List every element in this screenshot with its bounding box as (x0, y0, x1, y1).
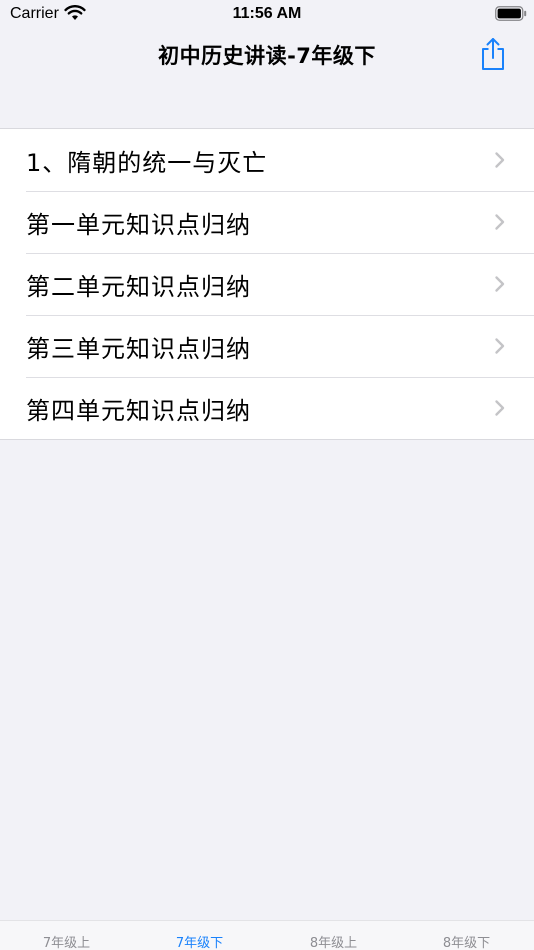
list-item[interactable]: 1、隋朝的统一与灭亡 (0, 129, 534, 191)
tab-bar: 7年级上 7年级下 8年级上 8年级下 (0, 920, 534, 950)
chevron-right-icon (495, 214, 505, 230)
tab-grade8-second[interactable]: 8年级下 (400, 932, 533, 950)
list-item[interactable]: 第三单元知识点归纳 (0, 315, 534, 377)
list-item-label: 第三单元知识点归纳 (26, 334, 251, 363)
tab-grade8-first[interactable]: 8年级上 (267, 932, 400, 950)
list-item-label: 第四单元知识点归纳 (26, 396, 251, 425)
list-item-label: 第一单元知识点归纳 (26, 210, 251, 239)
chevron-right-icon (495, 152, 505, 168)
tab-grade7-second[interactable]: 7年级下 (133, 932, 266, 950)
list-item[interactable]: 第四单元知识点归纳 (0, 377, 534, 439)
chevron-right-icon (495, 276, 505, 292)
list-item-label: 1、隋朝的统一与灭亡 (26, 148, 268, 177)
share-button[interactable] (478, 36, 508, 72)
share-icon (482, 38, 504, 70)
page-title: 初中历史讲读-7年级下 (158, 44, 376, 68)
list-item[interactable]: 第一单元知识点归纳 (0, 191, 534, 253)
list-item-label: 第二单元知识点归纳 (26, 272, 251, 301)
chapter-list: 1、隋朝的统一与灭亡 第一单元知识点归纳 第二单元知识点归纳 第三单元知识点归纳… (0, 128, 534, 440)
list-item[interactable]: 第二单元知识点归纳 (0, 253, 534, 315)
tab-grade7-first[interactable]: 7年级上 (0, 932, 133, 950)
status-bar: Carrier 11:56 AM (0, 0, 534, 30)
app-screen: Carrier 11:56 AM 初中历史讲读-7年级下 1、隋朝的统一与灭亡 (0, 0, 534, 950)
battery-icon (495, 6, 527, 21)
status-time: 11:56 AM (232, 5, 302, 22)
chevron-right-icon (495, 400, 505, 416)
chevron-right-icon (495, 338, 505, 354)
